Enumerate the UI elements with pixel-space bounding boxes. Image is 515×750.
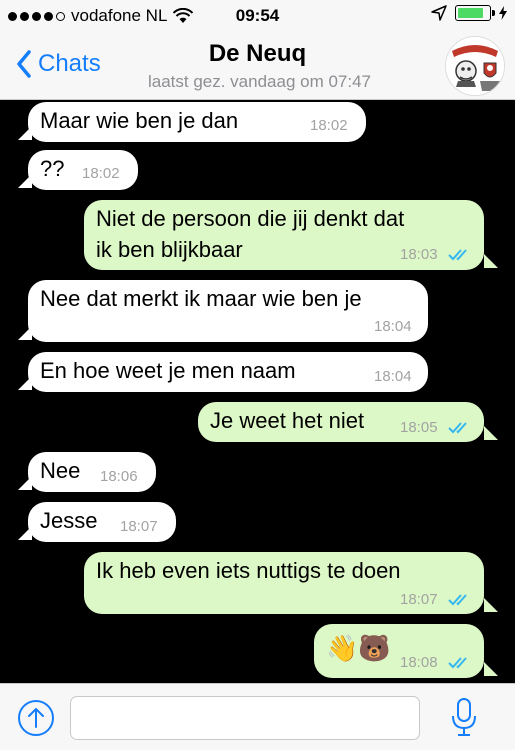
charging-icon <box>499 6 507 20</box>
message-bubble-incoming[interactable]: Nee dat merkt ik maar wie ben je 18:04 <box>28 280 428 342</box>
bubble-tail <box>18 326 32 340</box>
upload-button[interactable] <box>18 700 54 736</box>
contact-avatar[interactable] <box>445 36 505 96</box>
contact-name[interactable]: De Neuq <box>0 40 515 68</box>
message-time: 18:07 <box>120 518 158 535</box>
message-time: 18:07 <box>400 591 438 608</box>
message-text: Jesse <box>40 508 98 533</box>
message-time: 18:04 <box>374 368 412 385</box>
message-list[interactable]: Maar wie ben je dan 18:02 ?? 18:02 Niet … <box>0 100 515 683</box>
message-text: Nee dat merkt ik maar wie ben je <box>40 286 362 311</box>
message-time: 18:02 <box>82 165 120 182</box>
avatar-image <box>446 37 504 95</box>
double-check-icon <box>448 594 467 606</box>
status-right <box>431 5 507 21</box>
bubble-tail <box>18 174 32 188</box>
compose-bar <box>0 683 515 750</box>
message-bubble-incoming[interactable]: Nee 18:06 <box>28 452 156 492</box>
bubble-tail <box>484 426 498 440</box>
double-check-icon <box>448 422 467 434</box>
message-bubble-incoming[interactable]: Jesse 18:07 <box>28 502 176 542</box>
upload-icon <box>28 708 44 728</box>
message-bubble-outgoing[interactable]: Niet de persoon die jij denkt dat ik ben… <box>84 200 484 270</box>
message-time: 18:05 <box>400 419 438 436</box>
double-check-icon <box>448 249 467 261</box>
battery-icon <box>455 5 495 21</box>
message-text: Je weet het niet <box>210 408 365 433</box>
message-bubble-outgoing[interactable]: Je weet het niet 18:05 <box>198 402 484 442</box>
microphone-button[interactable] <box>452 698 476 741</box>
message-bubble-outgoing[interactable]: 👋🐻 18:08 <box>314 624 484 678</box>
message-bubble-incoming[interactable]: En hoe weet je men naam 18:04 <box>28 352 428 392</box>
bubble-tail <box>484 254 498 268</box>
bubble-tail <box>484 662 498 676</box>
message-time: 18:04 <box>374 318 412 335</box>
message-text: Nee <box>40 458 81 483</box>
message-text: Ik heb even iets nuttigs te doen <box>96 558 401 583</box>
bubble-tail <box>18 126 32 140</box>
microphone-icon <box>452 698 476 736</box>
message-bubble-incoming[interactable]: ?? 18:02 <box>28 150 138 190</box>
message-text: Maar wie ben je dan <box>40 108 239 133</box>
message-time: 18:06 <box>100 468 138 485</box>
message-time: 18:03 <box>400 246 438 263</box>
bubble-tail <box>18 476 32 490</box>
message-input[interactable] <box>70 696 420 740</box>
message-time: 18:08 <box>400 654 438 671</box>
message-emoji: 👋🐻 <box>326 633 391 663</box>
message-bubble-outgoing[interactable]: Ik heb even iets nuttigs te doen 18:07 <box>84 552 484 614</box>
bubble-tail <box>484 598 498 612</box>
bubble-tail <box>18 376 32 390</box>
location-arrow-icon <box>431 5 447 21</box>
message-time: 18:02 <box>310 117 348 134</box>
message-text: Niet de persoon die jij denkt dat ik ben… <box>96 206 405 262</box>
conversation-header: Chats De Neuq laatst gez. vandaag om 07:… <box>0 32 515 100</box>
double-check-icon <box>448 657 467 669</box>
message-text: ?? <box>40 156 65 181</box>
status-bar: vodafone NL 09:54 <box>0 0 515 32</box>
last-seen-status: laatst gez. vandaag om 07:47 <box>147 72 372 91</box>
message-text: En hoe weet je men naam <box>40 358 296 383</box>
message-bubble-incoming[interactable]: Maar wie ben je dan 18:02 <box>28 102 366 142</box>
